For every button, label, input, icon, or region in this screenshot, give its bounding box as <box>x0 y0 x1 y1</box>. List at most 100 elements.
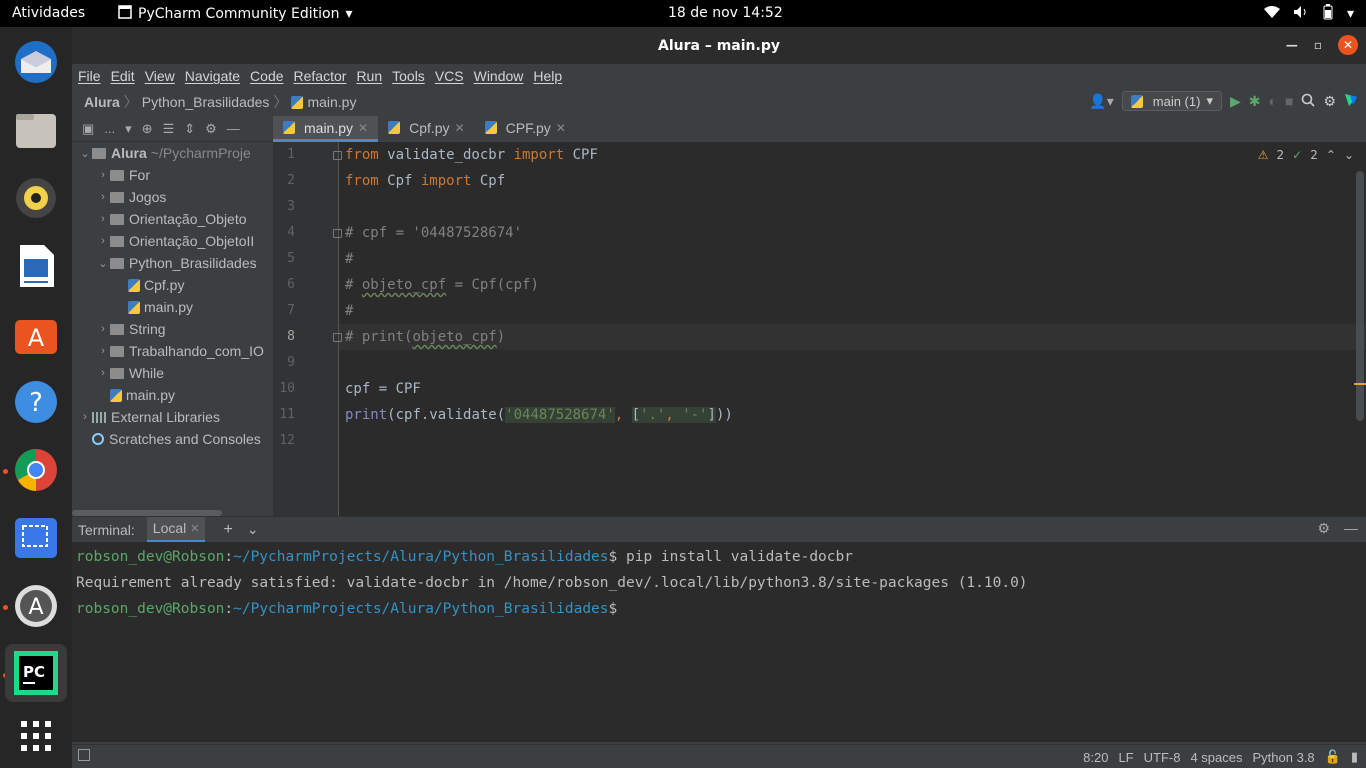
app-menu[interactable]: PyCharm Community Edition ▾ <box>118 5 353 23</box>
fold-marker-icon[interactable] <box>333 151 342 160</box>
tab-cpf-upper-py[interactable]: CPF.py ✕ <box>475 116 576 142</box>
line-number[interactable]: 2 <box>273 173 295 188</box>
breadcrumb-project[interactable]: Alura <box>84 94 120 110</box>
code-area[interactable]: from validate_docbr import CPF from Cpf … <box>345 142 1355 516</box>
gear-icon[interactable]: ⚙ <box>1323 93 1336 110</box>
chevron-right-icon[interactable]: › <box>96 213 110 225</box>
chevron-right-icon[interactable]: › <box>96 169 110 181</box>
chevron-down-icon[interactable]: ⌄ <box>96 257 110 270</box>
gear-icon[interactable]: ⚙ <box>205 121 217 137</box>
tree-external-libraries[interactable]: › External Libraries <box>72 406 273 428</box>
menu-window[interactable]: Window <box>474 68 524 84</box>
tab-cpf-py[interactable]: Cpf.py ✕ <box>378 116 475 142</box>
chevron-right-icon[interactable]: › <box>78 411 92 423</box>
chevron-right-icon[interactable]: › <box>96 191 110 203</box>
window-titlebar[interactable]: Alura – main.py — ▫ ✕ <box>72 27 1366 64</box>
run-icon[interactable]: ▶ <box>1230 93 1241 110</box>
libreoffice-writer-icon[interactable] <box>11 241 61 291</box>
activities-button[interactable]: Atividades <box>12 5 85 21</box>
tree-file[interactable]: Cpf.py <box>72 274 273 296</box>
menu-vcs[interactable]: VCS <box>435 68 464 84</box>
line-number[interactable]: 8 <box>273 329 295 344</box>
line-number[interactable]: 3 <box>273 199 295 214</box>
tab-main-py[interactable]: main.py ✕ <box>273 116 379 142</box>
locate-icon[interactable]: ⊕ <box>142 121 153 137</box>
user-icon[interactable]: 👤▾ <box>1089 93 1113 110</box>
chevron-right-icon[interactable]: › <box>96 345 110 357</box>
menu-tools[interactable]: Tools <box>392 68 425 84</box>
tree-root[interactable]: ⌄ Alura ~/PycharmProje <box>72 142 273 164</box>
chevron-down-icon[interactable]: ⌄ <box>1344 148 1354 162</box>
clock[interactable]: 18 de nov 14:52 <box>668 5 783 21</box>
close-icon[interactable]: ✕ <box>358 121 368 135</box>
files-icon[interactable] <box>11 105 61 155</box>
chevron-down-icon[interactable]: ⌄ <box>78 147 92 160</box>
chevron-right-icon[interactable]: › <box>96 235 110 247</box>
fold-marker-icon[interactable] <box>333 229 342 238</box>
chevron-down-icon[interactable]: ▾ <box>125 121 132 137</box>
terminal-tab-local[interactable]: Local ✕ <box>146 516 206 543</box>
tree-folder[interactable]: › Orientação_Objeto <box>72 208 273 230</box>
close-button[interactable]: ✕ <box>1338 35 1358 55</box>
chevron-right-icon[interactable]: › <box>96 367 110 379</box>
system-tray[interactable]: ▾ <box>1263 4 1354 24</box>
menu-code[interactable]: Code <box>250 68 283 84</box>
file-encoding[interactable]: UTF-8 <box>1144 750 1181 765</box>
rhythmbox-icon[interactable] <box>11 173 61 223</box>
line-number[interactable]: 4 <box>273 225 295 240</box>
chrome-icon[interactable] <box>11 445 61 495</box>
close-icon[interactable]: ✕ <box>556 121 566 135</box>
gear-icon[interactable]: ⚙ <box>1317 520 1330 537</box>
add-terminal-button[interactable]: + <box>223 521 232 539</box>
maximize-button[interactable]: ▫ <box>1314 38 1322 52</box>
close-icon[interactable]: ✕ <box>455 121 465 135</box>
hide-icon[interactable]: — <box>1344 520 1358 537</box>
line-number[interactable]: 5 <box>273 251 295 266</box>
chevron-right-icon[interactable]: › <box>96 323 110 335</box>
project-view-icon[interactable]: ▣ <box>82 121 94 137</box>
thunderbird-icon[interactable] <box>11 37 61 87</box>
debug-icon[interactable]: ✱ <box>1249 93 1261 110</box>
menu-edit[interactable]: Edit <box>111 68 135 84</box>
menu-view[interactable]: View <box>145 68 175 84</box>
help-icon[interactable]: ? <box>11 377 61 427</box>
search-icon[interactable] <box>1301 93 1316 110</box>
fold-marker-icon[interactable] <box>333 333 342 342</box>
tool-windows-toggle-icon[interactable] <box>78 749 90 761</box>
line-number[interactable]: 10 <box>273 381 295 396</box>
coverage-icon[interactable]: ◐ <box>1269 93 1277 109</box>
tree-scratches[interactable]: Scratches and Consoles <box>72 428 273 450</box>
run-config-select[interactable]: main (1) ▾ <box>1121 91 1222 111</box>
tree-folder[interactable]: › While <box>72 362 273 384</box>
line-number[interactable]: 11 <box>273 407 295 422</box>
menu-refactor[interactable]: Refactor <box>294 68 347 84</box>
menu-run[interactable]: Run <box>356 68 382 84</box>
menu-help[interactable]: Help <box>533 68 562 84</box>
tree-folder[interactable]: › Jogos <box>72 186 273 208</box>
chevron-up-icon[interactable]: ⌃ <box>1326 148 1336 162</box>
jetbrains-logo-icon[interactable] <box>1344 93 1358 110</box>
close-icon[interactable]: ✕ <box>190 522 199 535</box>
tree-folder[interactable]: › Orientação_ObjetoII <box>72 230 273 252</box>
menu-file[interactable]: File <box>78 68 101 84</box>
tree-file[interactable]: main.py <box>72 296 273 318</box>
line-number[interactable]: 9 <box>273 355 295 370</box>
cursor-position[interactable]: 8:20 <box>1083 750 1108 765</box>
pycharm-icon[interactable]: PC <box>5 644 67 702</box>
chevron-down-icon[interactable]: ⌄ <box>247 521 259 538</box>
tree-file[interactable]: main.py <box>72 384 273 406</box>
breadcrumb-folder[interactable]: Python_Brasilidades <box>142 94 270 110</box>
warning-marker[interactable] <box>1354 383 1366 385</box>
menu-navigate[interactable]: Navigate <box>185 68 240 84</box>
terminal-output[interactable]: robson_dev@Robson:~/PycharmProjects/Alur… <box>72 542 1366 742</box>
notifications-icon[interactable]: ▮ <box>1351 749 1358 765</box>
stop-icon[interactable]: ■ <box>1285 93 1293 109</box>
breadcrumb-file[interactable]: main.py <box>307 94 356 110</box>
inspection-widget[interactable]: ⚠ 2 ✓ 2 ⌃ ⌄ <box>1258 148 1354 162</box>
tree-folder[interactable]: › For <box>72 164 273 186</box>
project-view-select[interactable]: ... <box>104 121 115 136</box>
line-number[interactable]: 6 <box>273 277 295 292</box>
collapse-all-icon[interactable]: ⇕ <box>184 121 195 137</box>
software-center-icon[interactable]: A <box>11 309 61 359</box>
indent-setting[interactable]: 4 spaces <box>1190 750 1242 765</box>
